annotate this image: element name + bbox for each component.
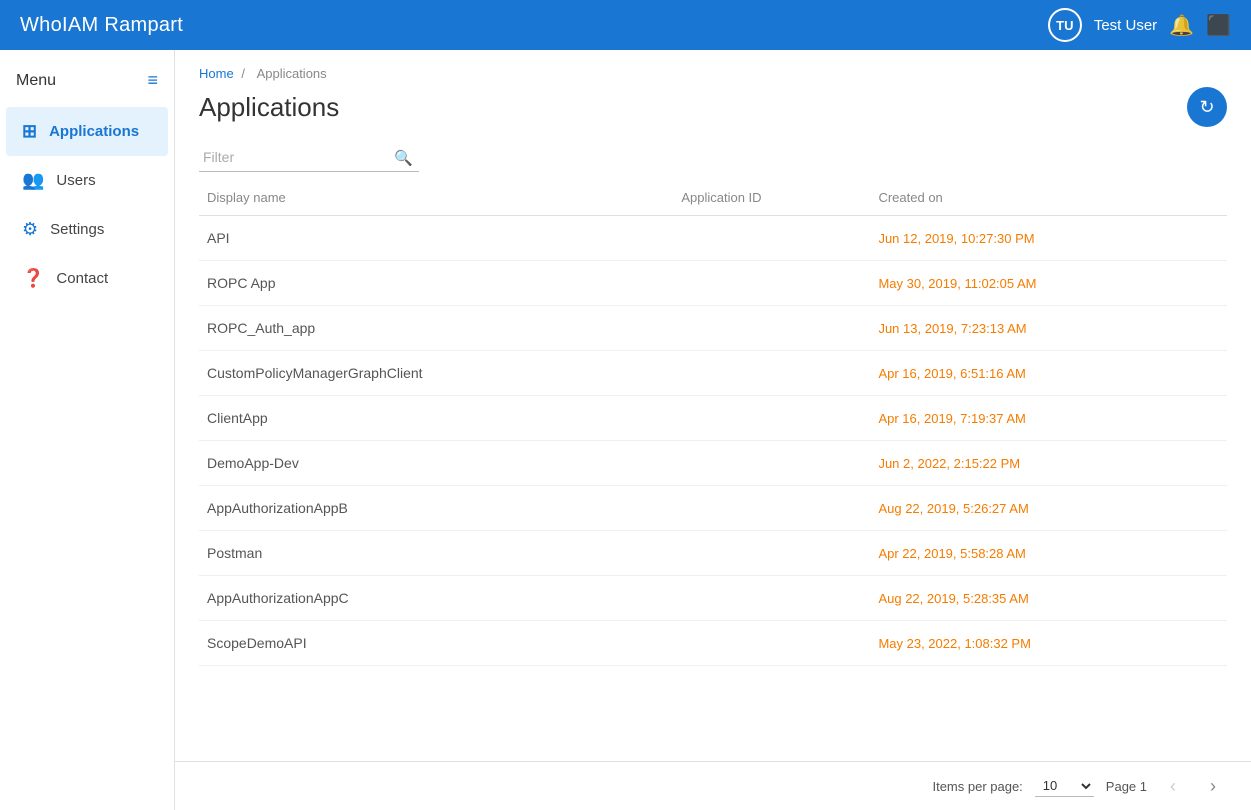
page-label: Page 1 <box>1106 779 1147 794</box>
sidebar-users-label: Users <box>56 172 95 189</box>
table-row[interactable]: Postman Apr 22, 2019, 5:58:28 AM <box>199 531 1227 576</box>
sidebar-contact-label: Contact <box>56 270 108 287</box>
cell-app-id <box>673 531 870 576</box>
cell-display-name: Postman <box>199 531 673 576</box>
breadcrumb: Home / Applications <box>199 66 1227 81</box>
cell-created-on: Apr 16, 2019, 7:19:37 AM <box>870 396 1227 441</box>
col-display-name: Display name <box>199 180 673 216</box>
menu-header: Menu ≡ <box>0 60 174 107</box>
items-per-page-select[interactable]: 5 10 25 50 <box>1035 775 1094 797</box>
col-application-id: Application ID <box>673 180 870 216</box>
cell-app-id <box>673 306 870 351</box>
sidebar-item-contact[interactable]: ❓ Contact <box>6 254 168 303</box>
refresh-icon: ↻ <box>1199 97 1214 118</box>
sidebar-item-applications[interactable]: ⊞ Applications <box>6 107 168 156</box>
cell-created-on: Apr 22, 2019, 5:58:28 AM <box>870 531 1227 576</box>
table-body: API Jun 12, 2019, 10:27:30 PM ROPC App M… <box>199 216 1227 666</box>
applications-icon: ⊞ <box>22 121 37 142</box>
cell-display-name: AppAuthorizationAppC <box>199 576 673 621</box>
cell-app-id <box>673 486 870 531</box>
app-header: WhoIAM Rampart TU Test User 🔔 ⬛ <box>0 0 1251 50</box>
menu-toggle-icon[interactable]: ≡ <box>147 70 158 91</box>
table-container: Display name Application ID Created on A… <box>175 172 1251 761</box>
table-row[interactable]: ScopeDemoAPI May 23, 2022, 1:08:32 PM <box>199 621 1227 666</box>
filter-input[interactable] <box>199 143 419 172</box>
table-row[interactable]: ROPC_Auth_app Jun 13, 2019, 7:23:13 AM <box>199 306 1227 351</box>
filter-row: 🔍 <box>175 143 1251 172</box>
cell-display-name: CustomPolicyManagerGraphClient <box>199 351 673 396</box>
cell-display-name: AppAuthorizationAppB <box>199 486 673 531</box>
cell-display-name: ScopeDemoAPI <box>199 621 673 666</box>
next-page-button[interactable]: › <box>1199 772 1227 800</box>
table-row[interactable]: ROPC App May 30, 2019, 11:02:05 AM <box>199 261 1227 306</box>
username-label: Test User <box>1094 17 1157 34</box>
users-icon: 👥 <box>22 170 44 191</box>
app-title: WhoIAM Rampart <box>20 14 183 37</box>
table-row[interactable]: AppAuthorizationAppB Aug 22, 2019, 5:26:… <box>199 486 1227 531</box>
table-row[interactable]: ClientApp Apr 16, 2019, 7:19:37 AM <box>199 396 1227 441</box>
sidebar-item-users[interactable]: 👥 Users <box>6 156 168 205</box>
sidebar: Menu ≡ ⊞ Applications 👥 Users ⚙ Settings… <box>0 50 175 810</box>
main-content: Home / Applications Applications ↻ 🔍 <box>175 50 1251 810</box>
notifications-icon[interactable]: 🔔 <box>1169 13 1194 38</box>
items-per-page-label: Items per page: <box>932 779 1022 794</box>
sidebar-item-settings[interactable]: ⚙ Settings <box>6 205 168 254</box>
cell-app-id <box>673 396 870 441</box>
breadcrumb-home[interactable]: Home <box>199 66 234 81</box>
cell-app-id <box>673 576 870 621</box>
cell-display-name: DemoApp-Dev <box>199 441 673 486</box>
user-avatar: TU <box>1048 8 1082 42</box>
sidebar-settings-label: Settings <box>50 221 104 238</box>
cell-display-name: ROPC_Auth_app <box>199 306 673 351</box>
logout-icon[interactable]: ⬛ <box>1206 13 1231 38</box>
menu-label: Menu <box>16 72 56 90</box>
search-icon: 🔍 <box>394 149 413 167</box>
prev-page-button[interactable]: ‹ <box>1159 772 1187 800</box>
cell-created-on: May 23, 2022, 1:08:32 PM <box>870 621 1227 666</box>
cell-created-on: Jun 13, 2019, 7:23:13 AM <box>870 306 1227 351</box>
pagination-bar: Items per page: 5 10 25 50 Page 1 ‹ › <box>175 761 1251 810</box>
breadcrumb-current: Applications <box>257 66 327 81</box>
cell-created-on: Aug 22, 2019, 5:26:27 AM <box>870 486 1227 531</box>
page-title-row: Applications ↻ <box>199 87 1227 127</box>
cell-created-on: Jun 12, 2019, 10:27:30 PM <box>870 216 1227 261</box>
refresh-button[interactable]: ↻ <box>1187 87 1227 127</box>
cell-display-name: ClientApp <box>199 396 673 441</box>
content-header: Home / Applications Applications ↻ <box>175 50 1251 143</box>
sidebar-applications-label: Applications <box>49 123 139 140</box>
contact-icon: ❓ <box>22 268 44 289</box>
cell-created-on: Apr 16, 2019, 6:51:16 AM <box>870 351 1227 396</box>
filter-input-wrap: 🔍 <box>199 143 419 172</box>
settings-icon: ⚙ <box>22 219 38 240</box>
cell-created-on: Aug 22, 2019, 5:28:35 AM <box>870 576 1227 621</box>
col-created-on: Created on <box>870 180 1227 216</box>
cell-app-id <box>673 621 870 666</box>
table-row[interactable]: DemoApp-Dev Jun 2, 2022, 2:15:22 PM <box>199 441 1227 486</box>
table-row[interactable]: CustomPolicyManagerGraphClient Apr 16, 2… <box>199 351 1227 396</box>
table-row[interactable]: API Jun 12, 2019, 10:27:30 PM <box>199 216 1227 261</box>
cell-display-name: API <box>199 216 673 261</box>
cell-app-id <box>673 216 870 261</box>
applications-table: Display name Application ID Created on A… <box>199 180 1227 666</box>
cell-created-on: May 30, 2019, 11:02:05 AM <box>870 261 1227 306</box>
cell-app-id <box>673 351 870 396</box>
cell-display-name: ROPC App <box>199 261 673 306</box>
header-right: TU Test User 🔔 ⬛ <box>1048 8 1231 42</box>
table-row[interactable]: AppAuthorizationAppC Aug 22, 2019, 5:28:… <box>199 576 1227 621</box>
breadcrumb-separator: / <box>241 66 245 81</box>
table-header: Display name Application ID Created on <box>199 180 1227 216</box>
page-title: Applications <box>199 92 339 123</box>
cell-app-id <box>673 261 870 306</box>
cell-created-on: Jun 2, 2022, 2:15:22 PM <box>870 441 1227 486</box>
cell-app-id <box>673 441 870 486</box>
